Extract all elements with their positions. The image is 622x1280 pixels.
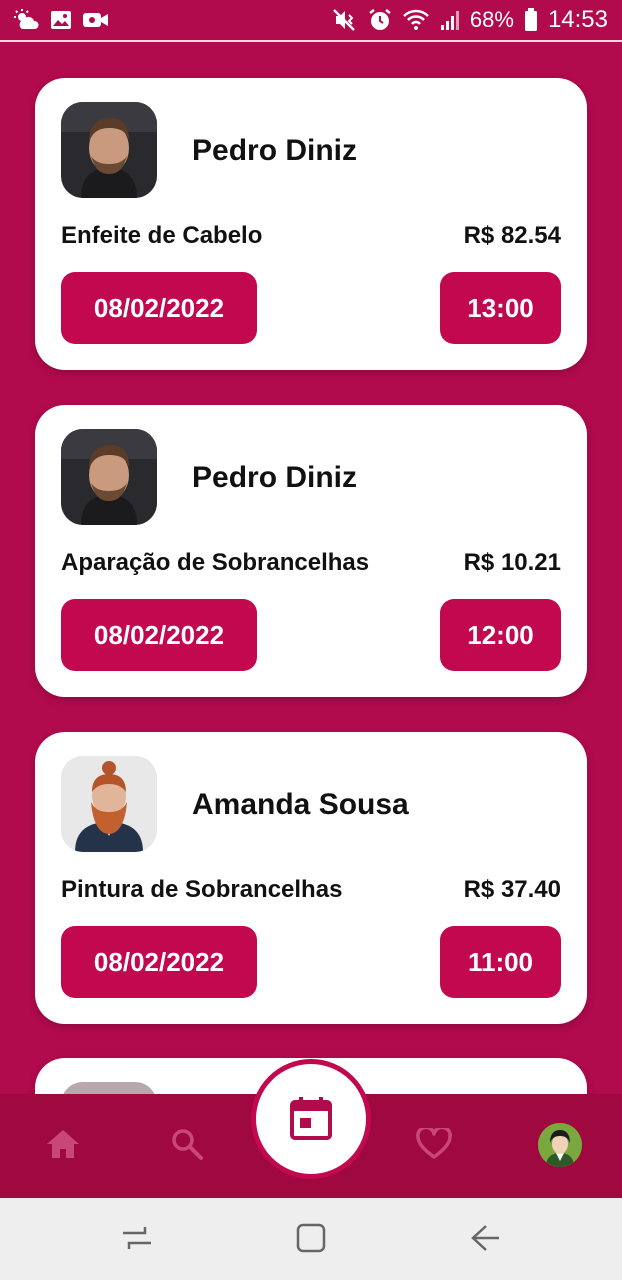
service-name: Enfeite de Cabelo	[61, 222, 263, 249]
alarm-icon	[368, 8, 392, 32]
status-right: 68% 14:53	[332, 6, 608, 34]
service-price: R$ 10.21	[463, 549, 561, 576]
client-avatar	[61, 429, 157, 525]
time-button[interactable]: 13:00	[440, 272, 561, 344]
recent-apps-button[interactable]	[116, 1218, 158, 1260]
nav-calendar-button[interactable]	[251, 1059, 371, 1179]
mute-vibrate-icon	[332, 8, 358, 32]
nav-profile-avatar[interactable]	[538, 1123, 582, 1167]
service-price: R$ 82.54	[463, 222, 561, 249]
client-avatar	[61, 756, 157, 852]
calendar-icon	[289, 1095, 333, 1144]
back-button[interactable]	[464, 1218, 506, 1260]
clock: 14:53	[547, 6, 608, 33]
appointment-card[interactable]: Pedro Diniz Enfeite de Cabelo R$ 82.54 0…	[35, 78, 587, 370]
time-button[interactable]: 12:00	[440, 599, 561, 671]
home-square-icon	[295, 1222, 327, 1257]
status-bar: 68% 14:53	[0, 0, 622, 42]
nav-home[interactable]	[38, 1120, 88, 1170]
status-left	[14, 9, 110, 31]
wifi-icon	[402, 9, 430, 31]
appointment-card[interactable]: Pedro Diniz Aparação de Sobrancelhas R$ …	[35, 405, 587, 697]
client-name: Amanda Sousa	[192, 788, 409, 821]
date-button[interactable]: 08/02/2022	[61, 272, 257, 344]
weather-icon	[14, 9, 40, 31]
appointment-card[interactable]: Amanda Sousa Pintura de Sobrancelhas R$ …	[35, 732, 587, 1024]
gallery-icon	[50, 10, 72, 30]
battery-percent: 68%	[469, 7, 514, 32]
battery-icon	[524, 8, 538, 32]
search-icon	[170, 1127, 204, 1164]
recent-apps-icon	[120, 1223, 154, 1256]
home-button[interactable]	[290, 1218, 332, 1260]
time-button[interactable]: 11:00	[440, 926, 561, 998]
service-name: Aparação de Sobrancelhas	[61, 549, 370, 576]
client-name: Pedro Diniz	[192, 134, 358, 167]
system-nav-bar	[0, 1198, 622, 1280]
back-arrow-icon	[468, 1223, 502, 1256]
signal-icon	[440, 9, 460, 31]
service-name: Pintura de Sobrancelhas	[61, 876, 343, 903]
heart-icon	[416, 1125, 452, 1163]
nav-favorites[interactable]	[409, 1120, 459, 1170]
client-avatar	[61, 102, 157, 198]
date-button[interactable]: 08/02/2022	[61, 926, 257, 998]
video-camera-icon	[82, 10, 110, 30]
nav-search[interactable]	[162, 1120, 212, 1170]
client-name: Pedro Diniz	[192, 461, 358, 494]
home-icon	[45, 1128, 81, 1163]
service-price: R$ 37.40	[463, 876, 561, 903]
date-button[interactable]: 08/02/2022	[61, 599, 257, 671]
